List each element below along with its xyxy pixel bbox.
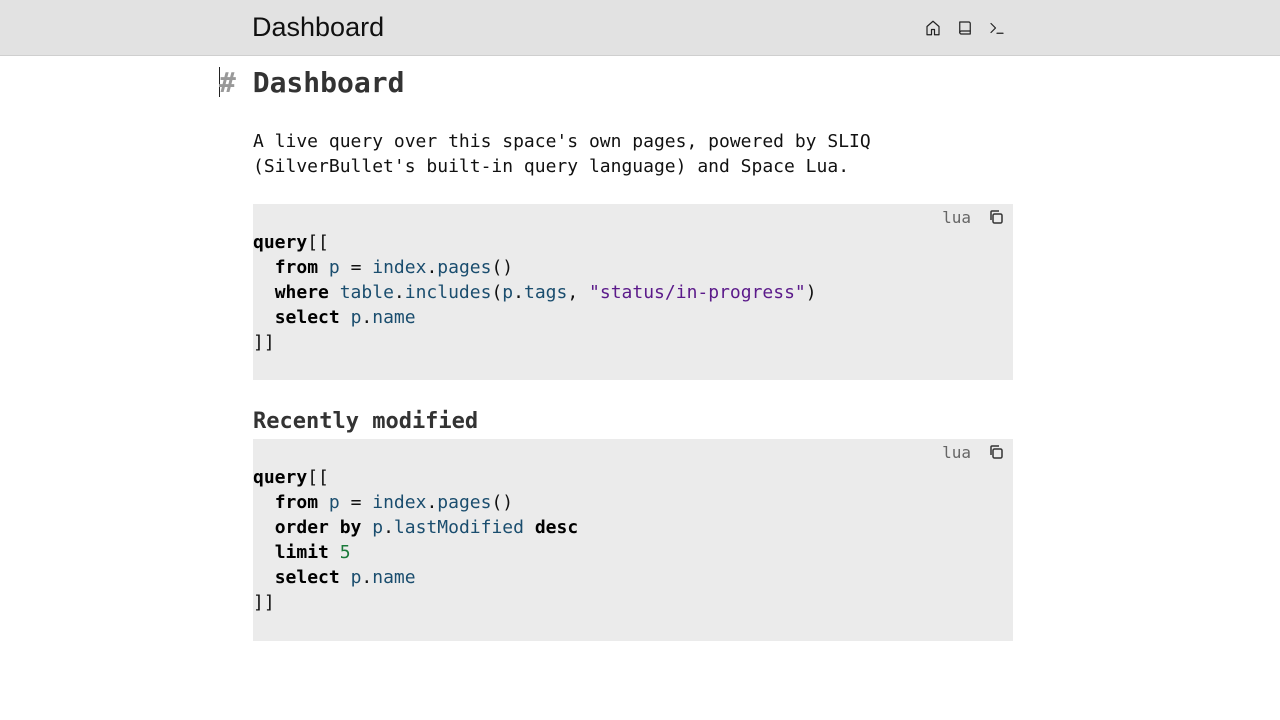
code-content: query[[ from p = index.pages() where tab… <box>253 232 817 353</box>
home-button[interactable] <box>917 12 949 44</box>
code-content: query[[ from p = index.pages() order by … <box>253 467 579 613</box>
copy-button[interactable] <box>987 208 1005 226</box>
code-language-label: lua <box>942 208 971 227</box>
header-actions <box>917 12 1013 44</box>
page-title[interactable]: Dashboard <box>252 10 384 44</box>
command-palette-button[interactable] <box>981 12 1013 44</box>
page-picker-button[interactable] <box>949 12 981 44</box>
heading-2[interactable]: Recently modified <box>253 408 478 436</box>
book-icon <box>959 21 971 35</box>
code-block-in-progress[interactable]: lua query[[ from p = index.pages() where… <box>253 204 1013 380</box>
top-bar: Dashboard <box>0 0 1280 56</box>
code-block-recently-modified[interactable]: lua query[[ from p = index.pages() order… <box>253 439 1013 641</box>
intro-paragraph[interactable]: A live query over this space's own pages… <box>253 129 1013 179</box>
copy-button[interactable] <box>987 443 1005 461</box>
code-language-label: lua <box>942 443 971 462</box>
heading-marker: # <box>219 66 236 99</box>
home-icon <box>926 20 940 36</box>
terminal-icon <box>990 22 1004 34</box>
heading-text: Dashboard <box>252 66 405 99</box>
copy-icon <box>990 210 1003 224</box>
copy-icon <box>990 445 1003 459</box>
heading-1[interactable]: # Dashboard <box>219 66 404 100</box>
paragraph-line: A live query over this space's own pages… <box>253 131 871 152</box>
paragraph-line: (SilverBullet's built-in query language)… <box>253 156 850 177</box>
